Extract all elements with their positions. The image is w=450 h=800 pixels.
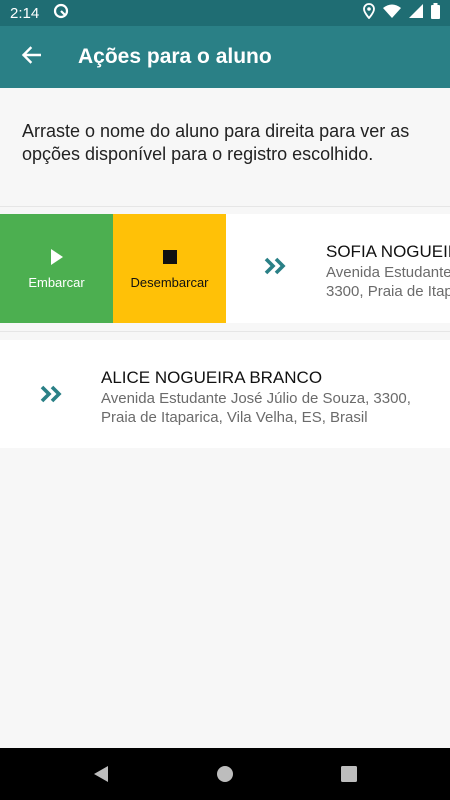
- student-address: Avenida Estudante José Júlio de Souza, 3…: [101, 390, 411, 426]
- student-name: SOFIA NOGUEIR: [326, 242, 450, 261]
- battery-icon: [431, 3, 440, 23]
- play-icon: [50, 247, 64, 267]
- double-chevron-right-icon: [264, 256, 288, 281]
- app-bar: Ações para o aluno: [0, 26, 450, 88]
- student-name: ALICE NOGUEIRA BRANCO: [101, 368, 323, 387]
- embarcar-label: Embarcar: [28, 275, 85, 290]
- arrow-back-icon: [21, 45, 42, 69]
- app-notification-icon: [53, 3, 69, 23]
- desembarcar-label: Desembarcar: [130, 275, 209, 290]
- list-item[interactable]: ALICE NOGUEIRA BRANCO Avenida Estudante …: [0, 340, 450, 448]
- navigation-bar: [0, 748, 450, 800]
- home-circle-icon[interactable]: [213, 762, 237, 786]
- desembarcar-button[interactable]: Desembarcar: [113, 214, 226, 323]
- page-title: Ações para o aluno: [78, 45, 272, 68]
- divider: [0, 331, 450, 332]
- back-button[interactable]: [0, 26, 62, 88]
- signal-icon: [409, 4, 423, 22]
- wifi-icon: [383, 4, 401, 22]
- instruction-text: Arraste o nome do aluno para direita par…: [0, 88, 450, 206]
- location-icon: [363, 3, 375, 23]
- student-address-line: 3300, Praia de Itap: [326, 283, 450, 300]
- embarcar-button[interactable]: Embarcar: [0, 214, 113, 323]
- status-bar: 2:14: [0, 0, 450, 26]
- status-icons: [363, 3, 440, 23]
- back-triangle-icon[interactable]: [89, 762, 113, 786]
- divider: [0, 206, 450, 207]
- list-item[interactable]: Embarcar Desembarcar SOFIA NOGUEIR Aveni…: [0, 214, 450, 323]
- stop-icon: [162, 247, 177, 267]
- recents-square-icon[interactable]: [337, 762, 361, 786]
- double-chevron-right-icon: [40, 384, 64, 409]
- status-time: 2:14: [10, 4, 40, 22]
- student-address: Avenida Estudante 3300, Praia de Itap: [326, 263, 450, 301]
- student-address-line: Avenida Estudante: [326, 264, 450, 281]
